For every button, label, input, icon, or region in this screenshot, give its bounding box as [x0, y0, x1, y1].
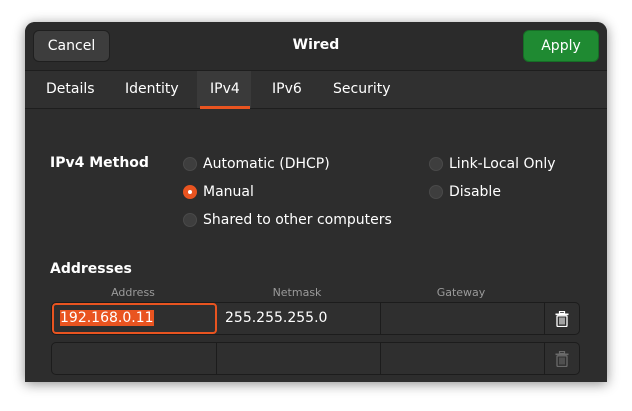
trash-icon [555, 310, 569, 327]
tab-identity[interactable]: Identity [125, 71, 179, 108]
delete-address-button[interactable] [545, 303, 579, 334]
ipv4-method-label: IPv4 Method [50, 155, 149, 171]
tab-bar: Details Identity IPv4 IPv6 Security [25, 70, 607, 109]
radio-manual[interactable]: Manual [183, 183, 254, 201]
ipv4-settings-panel: IPv4 Method Automatic (DHCP) Link-Local … [25, 109, 607, 382]
wired-settings-dialog: Cancel Wired Apply Details Identity IPv4… [25, 22, 607, 382]
radio-automatic-dhcp-indicator[interactable] [183, 157, 197, 171]
gateway-input-empty[interactable] [381, 343, 545, 374]
trash-icon [555, 350, 569, 367]
address-input-empty[interactable] [52, 343, 217, 374]
radio-automatic-dhcp[interactable]: Automatic (DHCP) [183, 155, 330, 173]
radio-shared-to-other-computers[interactable]: Shared to other computers [183, 211, 392, 229]
column-header-address: Address [111, 286, 155, 299]
address-input[interactable]: 192.168.0.11 [52, 303, 217, 334]
tab-ipv6[interactable]: IPv6 [272, 71, 302, 108]
apply-button[interactable]: Apply [523, 30, 599, 62]
netmask-input-empty[interactable] [217, 343, 381, 374]
radio-disable-indicator[interactable] [429, 185, 443, 199]
radio-link-local-only-indicator[interactable] [429, 157, 443, 171]
header-bar: Cancel Wired Apply [25, 22, 607, 70]
radio-disable-label: Disable [449, 184, 501, 200]
addresses-label: Addresses [50, 261, 132, 277]
tab-security[interactable]: Security [333, 71, 391, 108]
radio-shared-label: Shared to other computers [203, 212, 392, 228]
column-header-gateway: Gateway [436, 286, 486, 299]
radio-link-local-only[interactable]: Link-Local Only [429, 155, 556, 173]
radio-manual-label: Manual [203, 184, 254, 200]
radio-link-local-only-label: Link-Local Only [449, 156, 556, 172]
address-row: 192.168.0.11 255.255.255.0 [51, 302, 580, 335]
radio-manual-indicator[interactable] [183, 185, 197, 199]
radio-automatic-dhcp-label: Automatic (DHCP) [203, 156, 330, 172]
radio-disable[interactable]: Disable [429, 183, 501, 201]
column-header-netmask: Netmask [272, 286, 322, 299]
radio-shared-indicator[interactable] [183, 213, 197, 227]
tab-details[interactable]: Details [46, 71, 95, 108]
address-input-value: 192.168.0.11 [60, 310, 154, 326]
tab-ipv4[interactable]: IPv4 [200, 71, 250, 109]
netmask-input[interactable]: 255.255.255.0 [217, 303, 381, 334]
gateway-input[interactable] [381, 303, 545, 334]
dialog-title: Wired [292, 37, 340, 53]
apply-button-label: Apply [541, 38, 581, 54]
delete-address-button-disabled [545, 343, 579, 374]
address-row-empty [51, 342, 580, 375]
